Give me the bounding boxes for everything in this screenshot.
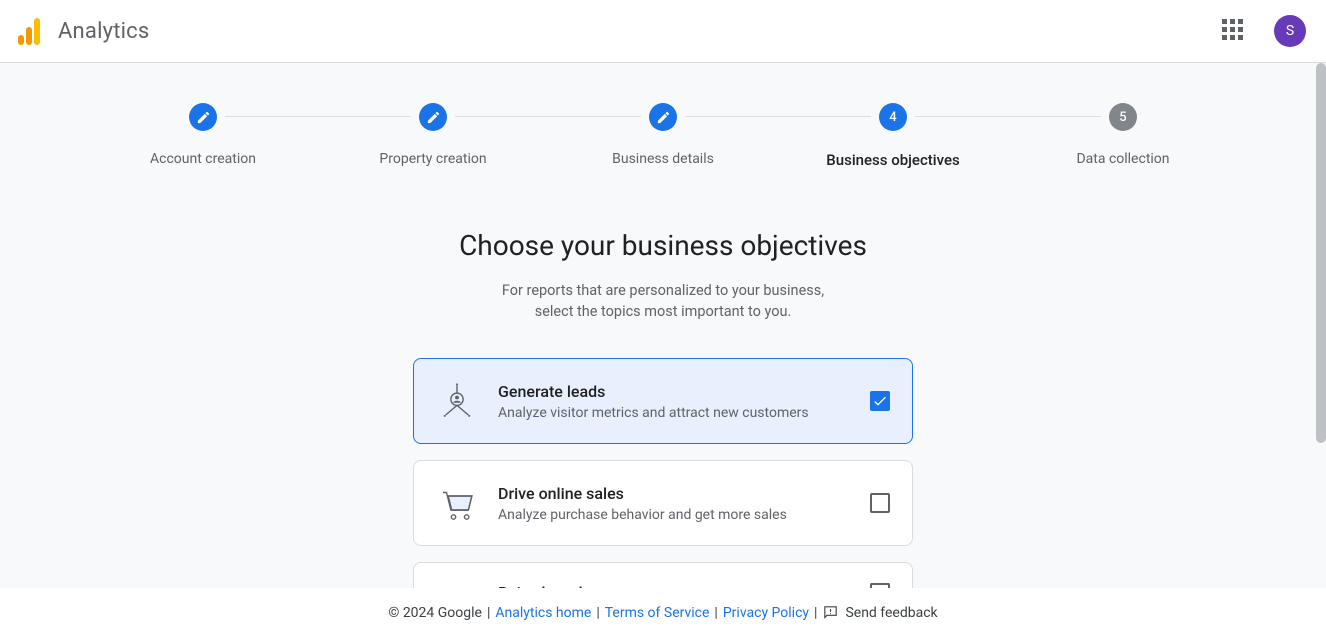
objective-raise-brand-awareness[interactable]: Raise brand awareness [413, 562, 913, 588]
step-business-details[interactable]: Business details [548, 103, 778, 167]
app-header: Analytics S [0, 0, 1326, 63]
scrollbar[interactable] [1316, 63, 1326, 443]
send-feedback-button[interactable]: Send feedback [822, 604, 937, 621]
objective-title: Generate leads [498, 382, 870, 401]
megaphone-icon [436, 583, 478, 588]
pencil-icon [419, 103, 447, 131]
step-label: Account creation [150, 151, 256, 167]
footer-link-home[interactable]: Analytics home [495, 605, 591, 621]
pencil-icon [189, 103, 217, 131]
footer: © 2024 Google | Analytics home | Terms o… [0, 588, 1326, 636]
checkbox-icon[interactable] [870, 493, 890, 513]
objective-drive-online-sales[interactable]: Drive online sales Analyze purchase beha… [413, 460, 913, 546]
footer-link-tos[interactable]: Terms of Service [605, 605, 710, 621]
footer-copyright: © 2024 Google [388, 605, 482, 621]
avatar[interactable]: S [1274, 15, 1306, 47]
objective-desc: Analyze visitor metrics and attract new … [498, 405, 870, 421]
step-account-creation[interactable]: Account creation [88, 103, 318, 167]
app-title: Analytics [58, 19, 149, 44]
page-subtitle: For reports that are personalized to you… [0, 280, 1326, 322]
step-number-icon: 5 [1109, 103, 1137, 131]
step-label: Business objectives [826, 151, 959, 169]
analytics-logo-icon [18, 18, 40, 45]
page-title: Choose your business objectives [0, 229, 1326, 262]
body-area: Account creation Property creation Busin… [0, 63, 1326, 588]
footer-link-privacy[interactable]: Privacy Policy [723, 605, 809, 621]
apps-launcher-icon[interactable] [1222, 19, 1246, 43]
step-number-icon: 4 [879, 103, 907, 131]
objective-title: Raise brand awareness [498, 583, 870, 588]
step-label: Business details [612, 151, 714, 167]
checkbox-icon[interactable] [870, 583, 890, 588]
step-business-objectives[interactable]: 4 Business objectives [778, 103, 1008, 169]
objective-list: Generate leads Analyze visitor metrics a… [413, 358, 913, 588]
step-label: Property creation [379, 151, 486, 167]
setup-stepper: Account creation Property creation Busin… [0, 63, 1326, 169]
step-property-creation[interactable]: Property creation [318, 103, 548, 167]
feedback-icon [822, 604, 839, 621]
checkbox-icon[interactable] [870, 391, 890, 411]
pencil-icon [649, 103, 677, 131]
step-data-collection: 5 Data collection [1008, 103, 1238, 167]
step-label: Data collection [1076, 151, 1169, 167]
objective-title: Drive online sales [498, 484, 870, 503]
objective-desc: Analyze purchase behavior and get more s… [498, 507, 870, 523]
cart-icon [436, 482, 478, 524]
target-person-icon [436, 380, 478, 422]
objective-generate-leads[interactable]: Generate leads Analyze visitor metrics a… [413, 358, 913, 444]
avatar-initial: S [1286, 23, 1294, 39]
